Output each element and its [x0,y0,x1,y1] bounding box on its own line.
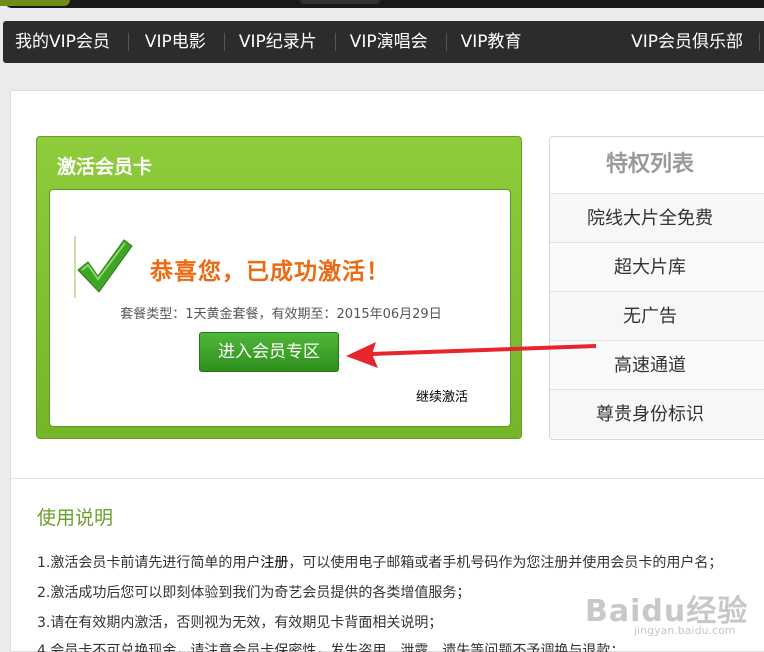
usage-line: 2.激活成功后您可以即刻体验到我们为奇艺会员提供的各类增值服务； [37,585,471,601]
nav-item-my-vip[interactable]: 我的VIP会员 [15,21,110,63]
activation-box: 激活会员卡 恭喜您，已成功激活！ 套餐类型：1天黄金套餐，有效期至：2015年0… [36,136,522,439]
nav-divider [127,33,129,51]
top-decoration [0,0,764,20]
checkmark-icon [74,234,134,298]
nav-item-vip-concerts[interactable]: VIP演唱会 [350,21,428,63]
privilege-list-title: 特权列表 [605,152,694,177]
privilege-item: 高速通道 [550,340,764,389]
section-divider [11,478,764,479]
usage-line: 1.激活会员卡前请先进行简单的用户注册，可以使用电子邮箱或者手机号码作为您注册并… [37,555,723,571]
activation-result-card: 恭喜您，已成功激活！ 套餐类型：1天黄金套餐，有效期至：2015年06月29日 … [49,189,511,427]
privilege-item: 无广告 [550,291,764,340]
nav-item-vip-club[interactable]: VIP会员俱乐部 [631,21,743,63]
plan-info: 套餐类型：1天黄金套餐，有效期至：2015年06月29日 [120,307,442,322]
nav-divider [759,33,760,51]
continue-activation-link[interactable]: 继续激活 [416,386,468,405]
nav-item-vip-movies[interactable]: VIP电影 [145,21,206,63]
nav-divider [334,33,336,51]
usage-line: 3.请在有效期内激活，否则视为无效，有效期见卡背面相关说明； [37,615,443,631]
watermark-url: jingyan.baidu.com [634,624,736,637]
nav-divider [445,33,447,51]
nav-item-vip-documentary[interactable]: VIP纪录片 [239,21,317,63]
privilege-list: 特权列表 院线大片全免费 超大片库 无广告 高速通道 尊贵身份标识 [549,136,764,440]
nav-divider [223,33,225,51]
register-link[interactable]: 注册 [260,555,288,571]
privilege-item: 院线大片全免费 [550,193,764,242]
privilege-item: 超大片库 [550,242,764,291]
enter-member-zone-button[interactable]: 进入会员专区 [199,332,339,372]
top-nav: 我的VIP会员 VIP电影 VIP纪录片 VIP演唱会 VIP教育 VIP会员俱… [3,21,764,63]
success-message: 恭喜您，已成功激活！ [150,259,390,285]
privilege-item: 尊贵身份标识 [550,389,764,438]
usage-line: 4.会员卡不可兑换现金，请注意会员卡保密性，发生盗用、泄露、遗失等问题不予调换与… [37,643,625,652]
activation-title: 激活会员卡 [57,156,153,178]
usage-title: 使用说明 [37,507,114,529]
nav-item-vip-education[interactable]: VIP教育 [461,21,522,63]
